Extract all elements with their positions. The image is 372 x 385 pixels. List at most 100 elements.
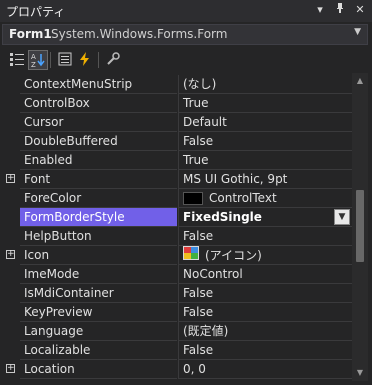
property-pages-icon[interactable] [104,50,122,68]
events-icon[interactable] [76,50,94,68]
property-value[interactable]: FixedSingle ▼ [178,208,352,227]
property-value-text: True [183,96,209,110]
property-row-font[interactable]: + Font MS UI Gothic, 9pt [2,170,352,189]
property-value-text: (アイコン) [205,248,262,263]
property-name: ContextMenuStrip [20,75,177,94]
property-name: Language [20,322,177,341]
pin-icon[interactable] [332,2,348,18]
property-name: DoubleBuffered [20,132,177,151]
row-gutter [2,94,20,113]
property-value-text: False [183,286,214,300]
property-value[interactable]: False [178,341,352,360]
row-gutter [2,113,20,132]
expand-icon[interactable]: + [6,250,15,259]
row-gutter: + [2,170,20,189]
property-value-text: (既定値) [183,324,229,338]
property-value-text: False [183,343,214,357]
property-value[interactable]: False [178,227,352,246]
property-name: FormBorderStyle [20,208,177,227]
window-menu-chevron-icon[interactable]: ▾ [312,2,328,18]
property-row-enabled[interactable]: Enabled True [2,151,352,170]
property-value-text: (なし) [183,77,217,91]
property-value[interactable]: (なし) [178,75,352,94]
property-value[interactable]: Default [178,113,352,132]
chevron-down-icon: ▼ [354,27,361,37]
row-gutter [2,303,20,322]
scroll-up-icon[interactable]: ▲ [356,77,364,85]
properties-window-titlebar: プロパティ ▾ ✕ [0,0,372,22]
property-row-forecolor[interactable]: ForeColor ControlText [2,189,352,208]
scroll-down-icon[interactable]: ▼ [356,369,364,377]
property-name: Localizable [20,341,177,360]
row-gutter [2,189,20,208]
row-gutter [2,284,20,303]
property-name: HelpButton [20,227,177,246]
close-icon[interactable]: ✕ [352,2,368,18]
property-row-localizable[interactable]: Localizable False [2,341,352,360]
expand-icon[interactable]: + [6,364,15,373]
property-value[interactable]: NoControl [178,265,352,284]
property-row-icon[interactable]: + Icon (アイコン) [2,246,352,265]
row-gutter [2,208,20,227]
property-value[interactable]: (アイコン) [178,246,352,265]
property-row-doublebuffered[interactable]: DoubleBuffered False [2,132,352,151]
row-gutter [2,322,20,341]
property-row-contextmenustrip[interactable]: ContextMenuStrip (なし) [2,75,352,94]
property-value-text: False [183,305,214,319]
property-name: IsMdiContainer [20,284,177,303]
property-row-ismdicontainer[interactable]: IsMdiContainer False [2,284,352,303]
property-value[interactable]: MS UI Gothic, 9pt [178,170,352,189]
object-selector-dropdown[interactable]: Form1 System.Windows.Forms.Form ▼ [2,24,368,45]
property-value-text: FixedSingle [183,210,262,224]
row-gutter [2,227,20,246]
object-type: System.Windows.Forms.Form [51,27,228,41]
property-row-helpbutton[interactable]: HelpButton False [2,227,352,246]
property-value[interactable]: True [178,94,352,113]
property-row-formborderstyle[interactable]: FormBorderStyle FixedSingle ▼ [2,208,352,227]
property-row-language[interactable]: Language (既定値) [2,322,352,341]
svg-text:Z: Z [31,61,36,68]
window-title: プロパティ [6,5,66,19]
property-row-imemode[interactable]: ImeMode NoControl [2,265,352,284]
property-value[interactable]: False [178,132,352,151]
property-value-text: MS UI Gothic, 9pt [183,172,288,186]
value-dropdown-button[interactable]: ▼ [334,209,350,225]
row-gutter [2,75,20,94]
property-grid: ContextMenuStrip (なし) ControlBox True Cursor… [2,73,352,381]
property-name: Cursor [20,113,177,132]
property-value-text: False [183,134,214,148]
svg-text:A: A [31,53,36,61]
property-value-text: Default [183,115,227,129]
property-grid-scrollbar[interactable]: ▲ ▼ [352,73,368,381]
categorized-icon[interactable] [8,50,26,68]
row-gutter: + [2,360,20,379]
property-value-text: True [183,153,209,167]
toolbar-separator [50,52,51,68]
row-gutter: + [2,246,20,265]
property-value[interactable]: 0, 0 [178,360,352,379]
expand-icon[interactable]: + [6,174,15,183]
scrollbar-thumb[interactable] [356,190,364,262]
property-name: ImeMode [20,265,177,284]
property-row-cursor[interactable]: Cursor Default [2,113,352,132]
property-value[interactable]: True [178,151,352,170]
property-value[interactable]: False [178,303,352,322]
property-name: Icon [20,246,177,265]
alphabetical-icon[interactable]: AZ [28,50,48,70]
object-name: Form1 [9,27,52,41]
property-value[interactable]: ControlText [178,189,352,208]
property-name: Font [20,170,177,189]
property-name: Location [20,360,177,379]
row-gutter [2,265,20,284]
property-value-text: ControlText [209,191,277,205]
properties-icon[interactable] [56,50,74,68]
form-icon [183,246,199,264]
property-row-keypreview[interactable]: KeyPreview False [2,303,352,322]
property-row-controlbox[interactable]: ControlBox True [2,94,352,113]
property-value-text: 0, 0 [183,362,206,376]
property-value[interactable]: False [178,284,352,303]
toolbar-separator [98,52,99,68]
property-name: ForeColor [20,189,177,208]
property-value[interactable]: (既定値) [178,322,352,341]
property-row-location[interactable]: + Location 0, 0 [2,360,352,379]
